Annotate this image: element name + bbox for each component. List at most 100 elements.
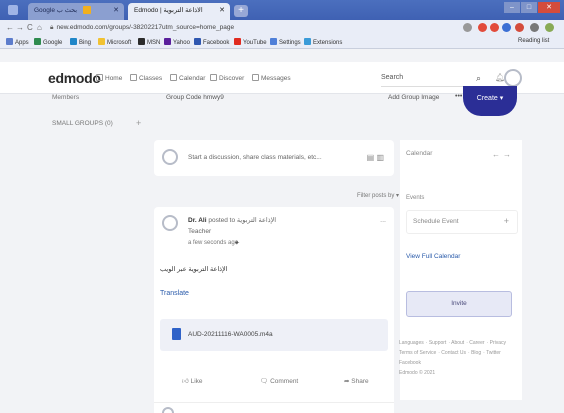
calendar-nav-arrows-icon[interactable]: ←→ bbox=[492, 150, 514, 159]
add-group-image-button[interactable]: Add Group Image bbox=[388, 94, 439, 101]
bookmark-google[interactable]: Google bbox=[34, 38, 62, 46]
edmodo-logo[interactable]: edmodo bbox=[48, 70, 101, 86]
home-button[interactable]: ⌂ bbox=[37, 23, 42, 32]
share-button[interactable]: ➦ Share bbox=[344, 377, 369, 385]
lock-icon: 🔒︎ bbox=[50, 24, 54, 31]
classes-icon bbox=[130, 74, 137, 81]
footer-links: Languages · Support · About · Career · Priva… bbox=[399, 340, 507, 376]
schedule-event-label: Schedule Event bbox=[413, 218, 459, 225]
star-icon[interactable] bbox=[463, 23, 472, 32]
group-code-text: Group Code hmwy9 bbox=[166, 94, 224, 101]
schedule-event-button[interactable]: Schedule Event + bbox=[406, 210, 518, 234]
post-composer[interactable]: Start a discussion, share class material… bbox=[154, 140, 394, 176]
group-more-icon[interactable]: ••• bbox=[455, 93, 462, 100]
profile-icon[interactable] bbox=[545, 23, 554, 32]
footer-link[interactable]: Blog bbox=[471, 350, 481, 356]
nav-classes[interactable]: Classes bbox=[130, 74, 162, 82]
bing-icon bbox=[70, 38, 77, 45]
puzzle-icon[interactable] bbox=[530, 23, 539, 32]
pin-icon: ✦ bbox=[234, 240, 240, 247]
footer-link[interactable]: Twitter bbox=[486, 350, 501, 356]
post-author-line: Dr. Ali posted to الإذاعة التربوية bbox=[188, 216, 276, 224]
footer-link[interactable]: Facebook bbox=[399, 360, 421, 366]
extension-icon[interactable] bbox=[490, 23, 499, 32]
members-link[interactable]: Members bbox=[52, 94, 79, 101]
bookmark-settings[interactable]: Settings bbox=[270, 38, 301, 46]
bookmark-microsoft[interactable]: Microsoft bbox=[98, 38, 131, 46]
footer-link[interactable]: Privacy bbox=[490, 340, 506, 346]
comment-row[interactable] bbox=[154, 402, 394, 413]
bookmark-yahoo[interactable]: Yahoo bbox=[164, 38, 190, 46]
translate-link[interactable]: Translate bbox=[160, 290, 189, 297]
bookmark-facebook[interactable]: Facebook bbox=[194, 38, 229, 46]
messages-icon bbox=[252, 74, 259, 81]
nav-messages[interactable]: Messages bbox=[252, 74, 291, 82]
post-more-icon[interactable]: ... bbox=[380, 217, 386, 224]
facebook-icon bbox=[194, 38, 201, 45]
attachment-card[interactable]: AUD-20211116-WA0005.m4a bbox=[160, 319, 388, 351]
bookmark-apps[interactable]: Apps bbox=[6, 38, 29, 46]
footer-link[interactable]: Support bbox=[429, 340, 447, 346]
filter-posts-dropdown[interactable]: Filter posts by ▾ bbox=[357, 192, 399, 199]
tab-favicon-icon bbox=[82, 6, 91, 15]
create-button[interactable]: Create ▾ bbox=[463, 86, 517, 116]
like-button[interactable]: 👍︎ Like bbox=[182, 377, 203, 385]
attach-file-icon[interactable]: ▤ ▥ bbox=[367, 153, 384, 162]
nav-discover[interactable]: Discover bbox=[210, 74, 244, 82]
composer-placeholder[interactable]: Start a discussion, share class material… bbox=[188, 154, 322, 161]
comment-icon: 🗨︎ bbox=[260, 378, 271, 385]
microsoft-icon bbox=[98, 38, 105, 45]
url-field[interactable]: 🔒︎ new.edmodo.com/groups/-38202217utm_sou… bbox=[50, 22, 440, 34]
search-input[interactable]: Search ⌕ bbox=[381, 69, 491, 87]
discover-icon bbox=[210, 74, 217, 81]
view-full-calendar-link[interactable]: View Full Calendar bbox=[406, 253, 460, 260]
footer-link[interactable]: Contact Us bbox=[441, 350, 466, 356]
search-icon[interactable]: ⌕ bbox=[476, 69, 481, 87]
footer-link[interactable]: About bbox=[451, 340, 464, 346]
window-controls: – □ ✕ bbox=[504, 2, 560, 13]
footer-link[interactable]: Languages bbox=[399, 340, 424, 346]
back-button[interactable]: ← bbox=[6, 23, 14, 32]
close-window-button[interactable]: ✕ bbox=[538, 2, 560, 13]
browser-tab-google[interactable]: Google بحث ب ✕ bbox=[28, 3, 124, 20]
nav-calendar[interactable]: Calendar bbox=[170, 74, 205, 82]
user-avatar[interactable] bbox=[504, 69, 522, 87]
reading-list[interactable]: Reading list bbox=[518, 38, 549, 44]
new-tab-button[interactable]: + bbox=[234, 5, 248, 17]
post-author-avatar[interactable] bbox=[162, 215, 178, 231]
forward-button[interactable]: → bbox=[16, 23, 24, 32]
apps-icon bbox=[6, 38, 13, 45]
nav-home[interactable]: Home bbox=[96, 74, 122, 82]
group-code: Group Code hmwy9 bbox=[160, 94, 392, 118]
extension-icon[interactable] bbox=[478, 23, 487, 32]
bookmark-bing[interactable]: Bing bbox=[70, 38, 91, 46]
footer-link[interactable]: Career bbox=[469, 340, 484, 346]
gear-icon bbox=[270, 38, 277, 45]
extension-icon[interactable] bbox=[515, 23, 524, 32]
footer-copyright: Edmodo © 2021 bbox=[399, 370, 436, 376]
minimize-button[interactable]: – bbox=[504, 2, 520, 13]
browser-titlebar: Google بحث ب ✕ Edmodo | الاذاعة التربوية… bbox=[0, 0, 564, 20]
puzzle-icon bbox=[304, 38, 311, 45]
add-small-group-icon[interactable]: + bbox=[136, 118, 141, 128]
google-icon bbox=[34, 38, 41, 45]
home-icon bbox=[96, 74, 103, 81]
invite-button[interactable]: Invite bbox=[406, 291, 512, 317]
bookmark-youtube[interactable]: YouTube bbox=[234, 38, 267, 46]
maximize-button[interactable]: □ bbox=[521, 2, 537, 13]
comment-button[interactable]: 🗨︎ Comment bbox=[260, 377, 298, 385]
reload-button[interactable]: C bbox=[27, 23, 33, 32]
bookmark-extensions[interactable]: Extensions bbox=[304, 38, 342, 46]
tab-close-icon[interactable]: ✕ bbox=[219, 6, 225, 14]
tab-close-icon[interactable]: ✕ bbox=[113, 6, 119, 14]
bookmark-msn[interactable]: MSN bbox=[138, 38, 160, 46]
footer-link[interactable]: Terms of Service bbox=[399, 350, 436, 356]
post-author[interactable]: Dr. Ali bbox=[188, 217, 207, 224]
post-actions: 👍︎ Like 🗨︎ Comment ➦ Share bbox=[154, 377, 394, 391]
browser-tab-edmodo[interactable]: Edmodo | الاذاعة التربوية ✕ bbox=[128, 3, 230, 20]
composer-avatar bbox=[162, 149, 178, 165]
post-group-name[interactable]: الإذاعة التربوية bbox=[237, 217, 276, 224]
extension-icon[interactable] bbox=[502, 23, 511, 32]
attachment-name[interactable]: AUD-20211116-WA0005.m4a bbox=[188, 331, 273, 338]
post-author-role: Teacher bbox=[188, 228, 212, 235]
